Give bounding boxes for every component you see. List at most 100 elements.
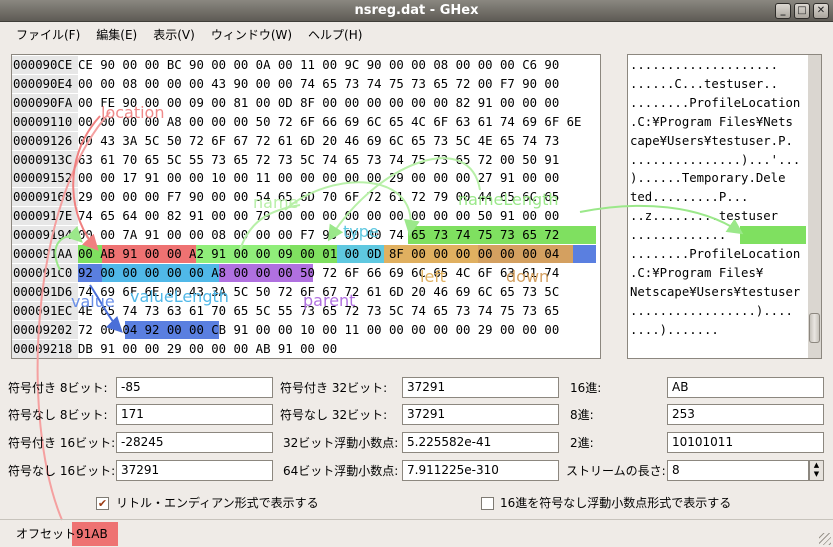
hex-offset: 000091D6 (12, 282, 78, 301)
signed-16bit-label: 符号付き 16ビット: (8, 436, 116, 450)
ascii-row[interactable]: ........ProfileLocation (630, 245, 800, 263)
hex-offset: 00009168 (12, 188, 78, 207)
annotation-type: type (343, 222, 379, 241)
stream-length-label: ストリームの長さ: (566, 464, 666, 478)
hex-offset: 0000917E (12, 207, 78, 226)
hex-row[interactable]: 00 00 08 00 00 00 43 90 00 00 74 65 73 7… (78, 75, 559, 93)
annotation-parent: parent (303, 291, 356, 310)
signed-8bit-label: 符号付き 8ビット: (8, 381, 108, 395)
ascii-row[interactable]: .C:¥Program Files¥ (630, 264, 763, 282)
signed-32bit-field[interactable]: 37291 (402, 377, 559, 398)
float64-label: 64ビット浮動小数点: (283, 464, 399, 478)
ascii-row[interactable]: .C:¥Program Files¥Nets (630, 113, 793, 131)
annotation-down: down (506, 267, 550, 286)
menu-edit[interactable]: 編集(E) (88, 26, 145, 43)
signed-32bit-label: 符号付き 32ビット: (280, 381, 388, 395)
hex-row[interactable]: 00 00 17 91 00 00 10 00 11 00 00 00 00 0… (78, 169, 559, 187)
unsigned-hex-checkbox[interactable] (481, 497, 494, 510)
hex-row[interactable]: 74 65 64 00 82 91 00 00 79 00 00 00 00 0… (78, 207, 559, 225)
hex-row[interactable]: 92 00 00 00 00 00 A8 00 00 00 50 72 6F 6… (78, 264, 559, 282)
hex-offset: 00009194 (12, 226, 78, 245)
hex-offset: 00009202 (12, 320, 78, 339)
ascii-row[interactable]: .................... (630, 56, 778, 74)
ascii-row[interactable]: .................).... (630, 302, 793, 320)
unsigned-16bit-field[interactable]: 37291 (116, 460, 273, 481)
hex-offset: 00009218 (12, 339, 78, 358)
unsigned-32bit-label: 符号なし 32ビット: (280, 408, 388, 422)
hex-offset: 000090FA (12, 93, 78, 112)
menu-view[interactable]: 表示(V) (145, 26, 203, 43)
hex-row[interactable]: CE 90 00 00 BC 90 00 00 0A 00 11 00 9C 9… (78, 56, 559, 74)
hex-offset: 000090CE (12, 56, 78, 74)
signed-8bit-field[interactable]: -85 (116, 377, 273, 398)
annotation-namelength: nameLength (458, 190, 559, 209)
hex-row[interactable]: 63 61 70 65 5C 55 73 65 72 73 5C 74 65 7… (78, 151, 559, 169)
unsigned-8bit-field[interactable]: 171 (116, 404, 273, 425)
stream-length-spinner[interactable]: ▲ ▼ (809, 460, 824, 481)
hex-offset: 00009126 (12, 131, 78, 150)
float64-field[interactable]: 7.911225e-310 (402, 460, 559, 481)
annotation-value: value (71, 292, 115, 311)
stream-length-field[interactable]: 8 (667, 460, 809, 481)
hex-row[interactable]: 00 00 7A 91 00 00 08 00 00 00 F7 90 00 0… (78, 226, 559, 244)
ascii-row[interactable]: ...............)...'... (630, 151, 800, 169)
binary-label: 2進: (570, 436, 594, 450)
title-bar: nsreg.dat - GHex _ □ ✕ (0, 0, 833, 22)
ascii-row[interactable]: cape¥Users¥testuser.P. (630, 132, 793, 150)
hex-offset: 00009152 (12, 169, 78, 188)
hex-row[interactable]: 00 43 3A 5C 50 72 6F 67 72 61 6D 20 46 6… (78, 132, 559, 150)
annotation-location: location (101, 103, 165, 122)
close-button[interactable]: ✕ (813, 3, 829, 19)
hex-row[interactable]: 00 AB 91 00 00 A2 91 00 00 09 00 01 00 0… (78, 245, 559, 263)
unsigned-16bit-label: 符号なし 16ビット: (8, 464, 116, 478)
unsigned-8bit-label: 符号なし 8ビット: (8, 408, 108, 422)
offset-value: 91AB (76, 527, 108, 541)
status-bar: オフセット: 91AB (0, 519, 833, 547)
hex-highlight-value (572, 245, 597, 263)
unsigned-hex-label: 16進を符号なし浮動小数点形式で表示する (500, 496, 732, 510)
binary-field[interactable]: 10101011 (667, 432, 824, 453)
ascii-view[interactable]: .................... ......C...testuser..… (627, 54, 822, 359)
ascii-row[interactable]: ............. (630, 226, 726, 244)
hex-row[interactable]: DB 91 00 00 29 00 00 00 AB 91 00 00 (78, 340, 337, 358)
menu-help[interactable]: ヘルプ(H) (300, 26, 370, 43)
ascii-row[interactable]: ..z.........testuser (630, 207, 778, 225)
ascii-highlight-testuser (740, 226, 806, 245)
octal-label: 8進: (570, 408, 594, 422)
hex-row[interactable]: 72 00 04 92 00 00 CB 91 00 00 10 00 11 0… (78, 321, 559, 339)
hex-offset: 000090E4 (12, 74, 78, 93)
ascii-row[interactable]: ........ProfileLocation (630, 94, 800, 112)
minimize-button[interactable]: _ (775, 3, 791, 19)
ascii-row[interactable]: )......Temporary.Dele (630, 169, 785, 187)
ascii-row[interactable]: ......C...testuser.. (630, 75, 778, 93)
hex-offset: 00009110 (12, 112, 78, 131)
float32-label: 32ビット浮動小数点: (283, 436, 399, 450)
annotation-left: left (420, 267, 446, 286)
hex-offset: 0000913C (12, 150, 78, 169)
annotation-name: name (253, 193, 299, 212)
menu-bar: ファイル(F) 編集(E) 表示(V) ウィンドウ(W) ヘルプ(H) (0, 22, 833, 46)
hex-offset: 000091C0 (12, 263, 78, 282)
menu-file[interactable]: ファイル(F) (8, 26, 88, 43)
hex-offset: 000091AA (12, 245, 78, 263)
menu-window[interactable]: ウィンドウ(W) (203, 26, 300, 43)
maximize-button[interactable]: □ (794, 3, 810, 19)
hex-field[interactable]: AB (667, 377, 824, 398)
offset-label: オフセット: (16, 527, 81, 541)
unsigned-32bit-field[interactable]: 37291 (402, 404, 559, 425)
vertical-scrollbar[interactable] (808, 55, 821, 358)
hex-offset: 000091EC (12, 301, 78, 320)
scrollbar-thumb[interactable] (809, 313, 820, 343)
resize-grip[interactable] (819, 533, 831, 545)
little-endian-label: リトル・エンディアン形式で表示する (116, 496, 319, 510)
window-title: nsreg.dat - GHex (354, 3, 479, 18)
annotation-valuelength: valueLength (130, 287, 229, 306)
octal-field[interactable]: 253 (667, 404, 824, 425)
hex-label: 16進: (570, 381, 602, 395)
float32-field[interactable]: 5.225582e-41 (402, 432, 559, 453)
ascii-row[interactable]: ....)....... (630, 321, 719, 339)
signed-16bit-field[interactable]: -28245 (116, 432, 273, 453)
ascii-row[interactable]: Netscape¥Users¥testuser (630, 283, 800, 301)
ascii-row[interactable]: ted.........P... (630, 188, 748, 206)
little-endian-checkbox[interactable]: ✔ (96, 497, 109, 510)
